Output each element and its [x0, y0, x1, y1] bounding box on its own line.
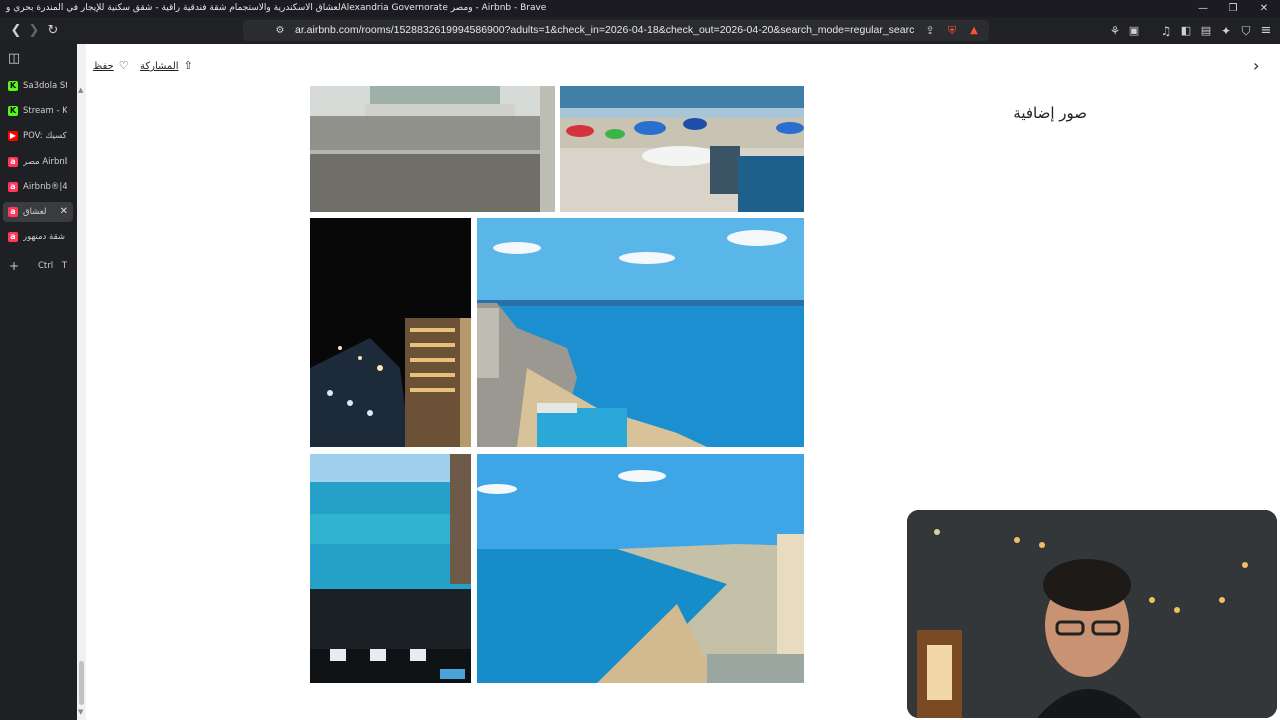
- close-window-button[interactable]: ✕: [1249, 0, 1279, 17]
- new-tab-shortcut: Ctrl T: [38, 261, 68, 271]
- restore-button[interactable]: ❐: [1218, 0, 1248, 17]
- youtube-icon: ▶: [8, 131, 18, 142]
- photo-beach-chairs[interactable]: [560, 86, 804, 212]
- menu-icon[interactable]: ≡: [1257, 22, 1275, 40]
- extensions-icon[interactable]: ⚘: [1106, 22, 1124, 40]
- balcony-photo-image: [310, 86, 555, 212]
- airbnb-icon: a: [8, 156, 18, 167]
- vpn-icon[interactable]: ⛉: [1237, 22, 1255, 40]
- browser-toolbar: ❮ ❯ ↻ ⚑ ⚙ ar.airbnb.com/rooms/1528832619…: [0, 17, 1280, 44]
- share-label: المشاركة: [140, 61, 179, 72]
- streamer-camera-image: [907, 510, 1277, 718]
- tab-sidebar-icon[interactable]: ◫: [5, 50, 23, 68]
- bay-photo-image: [477, 454, 804, 683]
- webcam-overlay: [907, 510, 1277, 718]
- tab-title: Airbnb®|4: [23, 181, 67, 192]
- site-settings-icon[interactable]: ⚙: [271, 22, 289, 40]
- close-tab-icon[interactable]: ✕: [60, 202, 68, 222]
- save-label: حفظ: [93, 61, 114, 72]
- leo-ai-icon[interactable]: ✦: [1217, 22, 1235, 40]
- kick-icon: K: [8, 81, 18, 91]
- tab-title: Sa3dola St: [23, 81, 67, 91]
- minimize-button[interactable]: —: [1188, 0, 1218, 17]
- heart-icon: ♡: [118, 59, 129, 72]
- photo-sea-coast[interactable]: [477, 218, 804, 447]
- new-tab-button[interactable]: + Ctrl T: [3, 256, 73, 276]
- media-icon[interactable]: ♫: [1157, 22, 1175, 40]
- tab-title: POV: كسيك: [23, 131, 67, 142]
- airbnb-icon: a: [8, 232, 18, 243]
- screenshot-icon[interactable]: ▣: [1125, 22, 1143, 40]
- night-photo-image: [310, 218, 471, 447]
- page-scrollbar[interactable]: ▲ ▼: [77, 44, 86, 720]
- back-icon[interactable]: ❮: [7, 22, 25, 40]
- airbnb-icon: a: [8, 181, 18, 192]
- window-title-bar: لعشاق الاسكندرية والاستجمام شقة فندقية ر…: [0, 0, 1280, 17]
- plus-icon: +: [9, 259, 20, 273]
- sea-coast-photo-image: [477, 218, 804, 447]
- airbnb-icon: a: [8, 207, 18, 217]
- kick-icon: K: [8, 106, 18, 117]
- tab-item[interactable]: K Sa3dola St: [3, 76, 73, 96]
- window-title: لعشاق الاسكندرية والاستجمام شقة فندقية ر…: [6, 3, 547, 13]
- wallet-icon[interactable]: ▤: [1197, 22, 1215, 40]
- share-page-icon[interactable]: ⇪: [921, 22, 939, 40]
- tab-title: مصر Airbnb: [23, 156, 67, 167]
- chevron-right-icon[interactable]: ›: [1253, 56, 1259, 75]
- tab-item[interactable]: a مصر Airbnb: [3, 152, 73, 172]
- url-text[interactable]: ar.airbnb.com/rooms/1528832619994586900?…: [295, 20, 915, 41]
- photo-sea-balcony[interactable]: [310, 454, 471, 683]
- tab-item[interactable]: a لعشاق ✕: [3, 202, 73, 222]
- tab-item[interactable]: K Stream - Ki: [3, 101, 73, 121]
- tab-item[interactable]: a Airbnb®|4: [3, 177, 73, 197]
- scroll-down-icon[interactable]: ▼: [78, 708, 83, 716]
- photo-night-corniche[interactable]: [310, 218, 471, 447]
- tab-title: شقة دمنهور: [23, 232, 65, 243]
- sidebar-toggle-icon[interactable]: ◧: [1177, 22, 1195, 40]
- forward-icon[interactable]: ❯: [25, 22, 43, 40]
- brave-rewards-icon[interactable]: ▲: [965, 22, 983, 40]
- vertical-tab-strip: ◫ K Sa3dola St K Stream - Ki ▶ POV: كسيك a مصر …: [0, 44, 77, 720]
- reload-icon[interactable]: ↻: [44, 22, 62, 40]
- balcony-sea-photo-image: [310, 454, 471, 683]
- share-icon: ⇧: [183, 59, 193, 72]
- tab-item[interactable]: a شقة دمنهور: [3, 227, 73, 247]
- tab-title: Stream - Ki: [23, 106, 67, 117]
- scroll-thumb[interactable]: [79, 661, 84, 705]
- tab-item[interactable]: ▶ POV: كسيك: [3, 126, 73, 146]
- brave-shields-icon[interactable]: ⛨: [943, 22, 961, 40]
- beach-photo-image: [560, 86, 804, 212]
- address-bar[interactable]: ⚙ ar.airbnb.com/rooms/152883261999458690…: [243, 20, 989, 41]
- photo-balcony-view[interactable]: [310, 86, 555, 212]
- scroll-up-icon[interactable]: ▲: [78, 86, 83, 94]
- photo-bay-view[interactable]: [477, 454, 804, 683]
- save-button[interactable]: حفظ ♡: [93, 58, 129, 74]
- share-button[interactable]: المشاركة ⇧: [140, 58, 193, 74]
- gallery-title: صور إضافية: [1013, 104, 1087, 122]
